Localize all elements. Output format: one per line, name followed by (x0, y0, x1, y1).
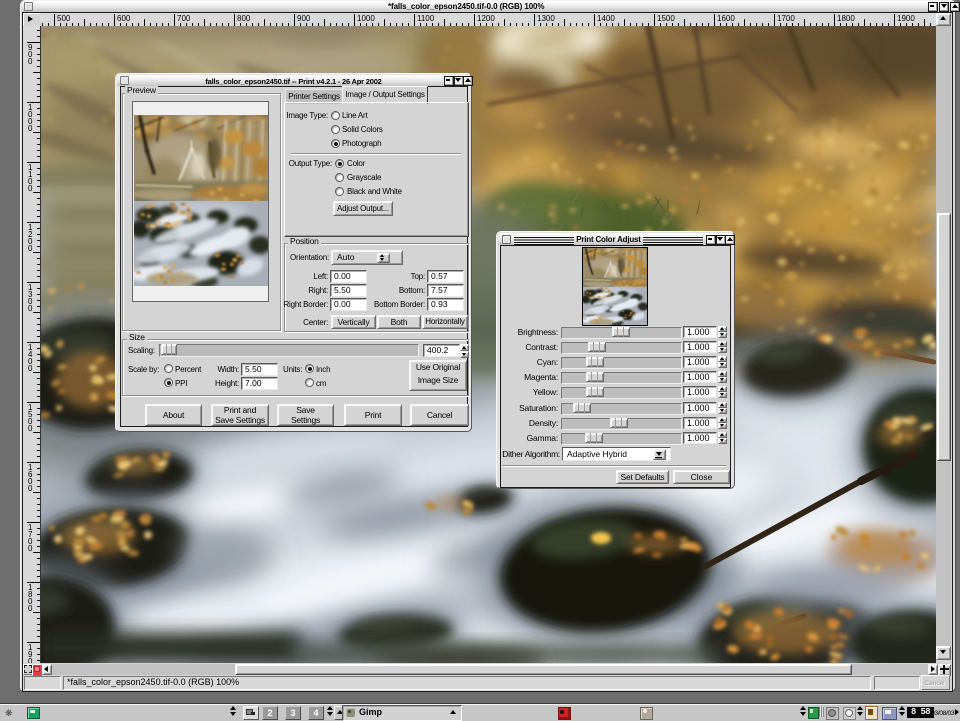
svg-text:0: 0 (28, 484, 33, 493)
svg-text:0: 0 (28, 57, 33, 66)
svg-text:0: 0 (28, 604, 33, 613)
svg-text:1800: 1800 (837, 14, 855, 23)
svg-text:1600: 1600 (717, 14, 735, 23)
svg-text:1500: 1500 (657, 14, 675, 23)
svg-text:0: 0 (28, 244, 33, 253)
svg-text:0: 0 (28, 124, 33, 133)
svg-text:0: 0 (28, 304, 33, 313)
svg-text:1000: 1000 (357, 14, 375, 23)
svg-text:1300: 1300 (537, 14, 555, 23)
svg-text:900: 900 (297, 14, 311, 23)
svg-text:0: 0 (28, 657, 33, 663)
svg-text:700: 700 (177, 14, 191, 23)
svg-text:0: 0 (28, 424, 33, 433)
svg-text:1400: 1400 (597, 14, 615, 23)
svg-text:1900: 1900 (897, 14, 915, 23)
svg-text:0: 0 (28, 184, 33, 193)
svg-text:1100: 1100 (417, 14, 435, 23)
svg-text:1700: 1700 (777, 14, 795, 23)
svg-text:800: 800 (237, 14, 251, 23)
svg-text:500: 500 (57, 14, 71, 23)
svg-text:1200: 1200 (477, 14, 495, 23)
svg-text:0: 0 (28, 544, 33, 553)
svg-text:0: 0 (28, 364, 33, 373)
svg-text:600: 600 (117, 14, 131, 23)
